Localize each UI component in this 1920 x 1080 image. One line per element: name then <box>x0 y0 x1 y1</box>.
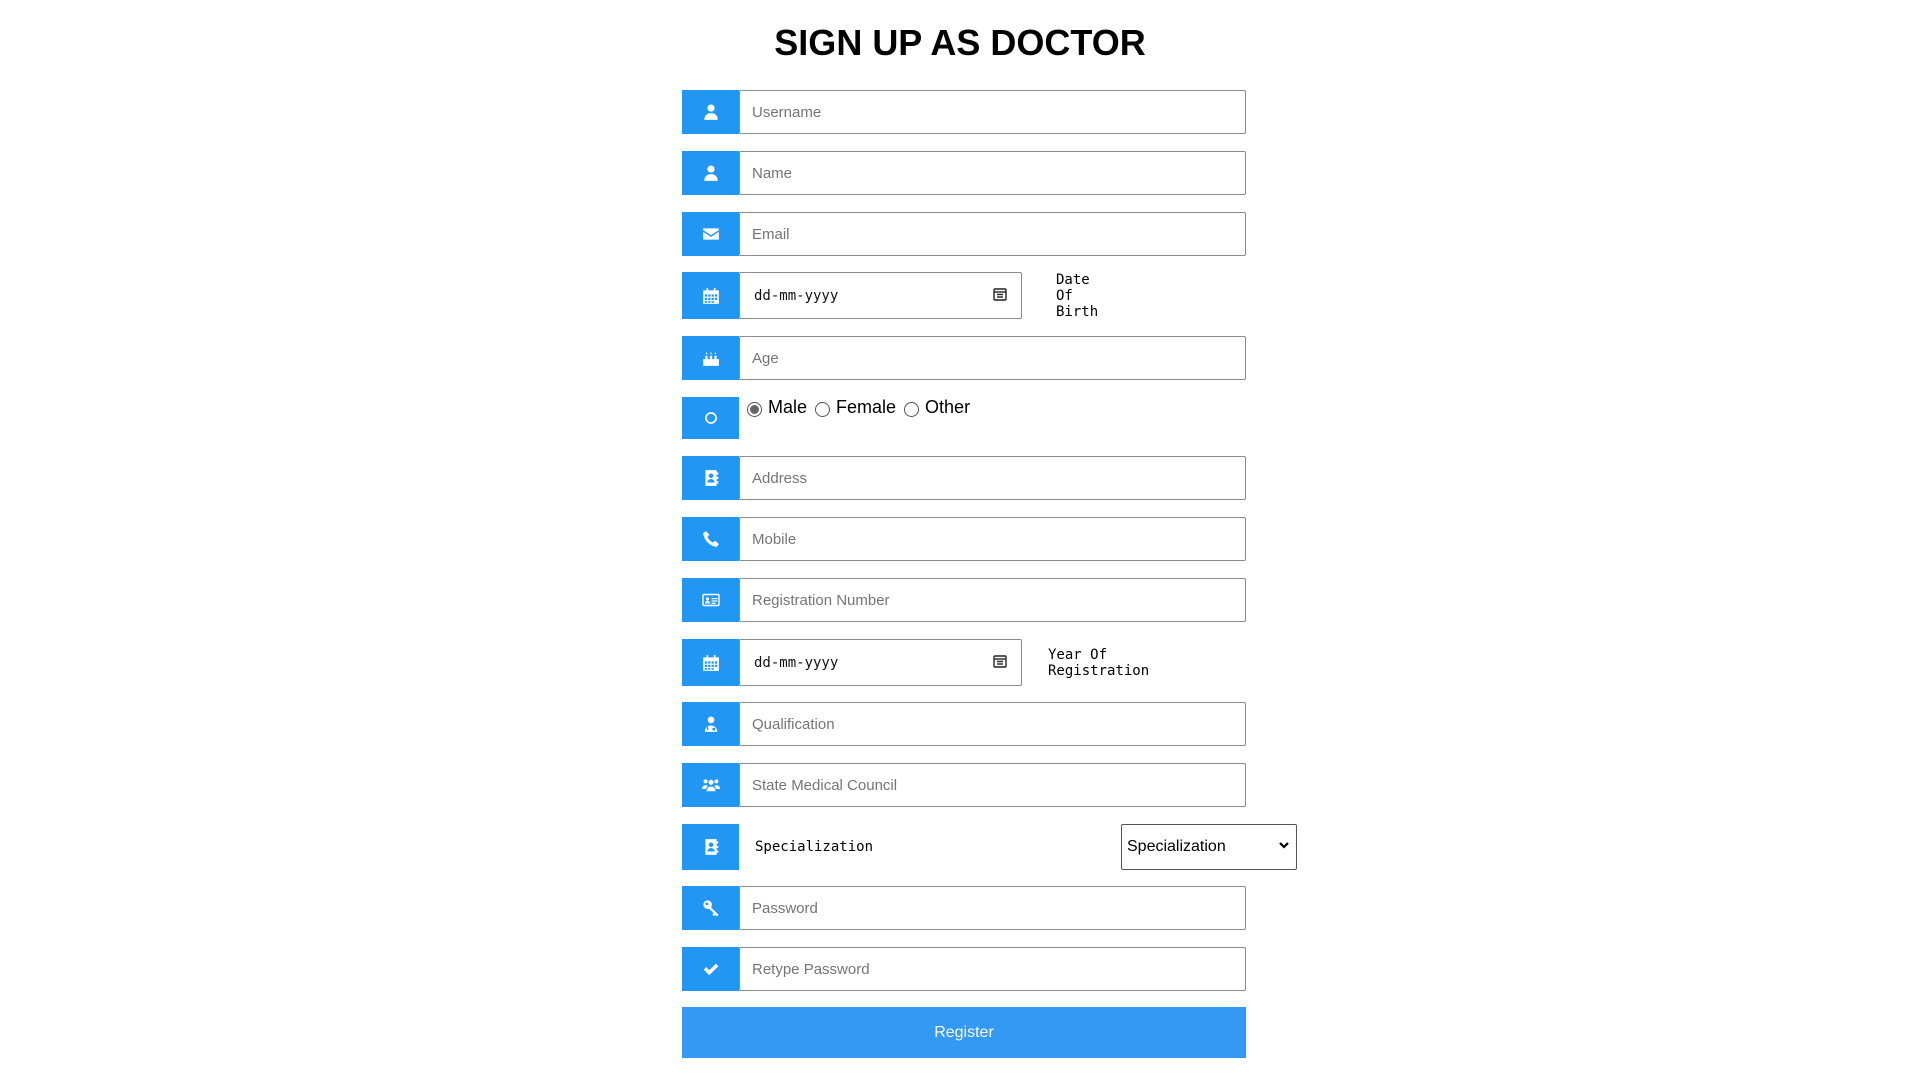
gender-label-female: Female <box>836 397 897 417</box>
state-medical-council-input[interactable] <box>739 763 1246 807</box>
gender-radio-group: Male Female Other <box>747 397 978 418</box>
circle-icon <box>682 397 739 439</box>
user-md-icon <box>682 702 739 746</box>
calendar-picker-icon[interactable] <box>993 287 1007 305</box>
dob-date-input[interactable]: dd-mm-yyyy <box>739 272 1022 319</box>
address-book-icon <box>682 456 739 500</box>
retype-password-input[interactable] <box>739 947 1246 991</box>
chevron-down-icon <box>1278 838 1290 856</box>
registration-number-input[interactable] <box>739 578 1246 622</box>
calendar-icon <box>682 272 739 319</box>
phone-icon <box>682 517 739 561</box>
gender-radio-other[interactable] <box>904 402 920 417</box>
users-icon <box>682 763 739 807</box>
id-card-icon <box>682 578 739 622</box>
calendar-picker-icon[interactable] <box>993 654 1007 672</box>
address-input[interactable] <box>739 456 1246 500</box>
name-input[interactable] <box>739 151 1246 195</box>
email-input[interactable] <box>739 212 1246 256</box>
user-icon <box>682 90 739 134</box>
mobile-input[interactable] <box>739 517 1246 561</box>
password-input[interactable] <box>739 886 1246 930</box>
gender-radio-male[interactable] <box>747 402 762 417</box>
page-title: SIGN UP AS DOCTOR <box>774 22 1146 63</box>
username-input[interactable] <box>739 90 1246 134</box>
register-button[interactable]: Register <box>682 1007 1246 1058</box>
birthday-cake-icon <box>682 336 739 380</box>
dob-label: Date Of Birth <box>1056 271 1099 320</box>
age-input[interactable] <box>739 336 1246 380</box>
calendar-icon <box>682 639 739 686</box>
user-icon <box>682 151 739 195</box>
year-of-registration-label: Year Of Registration <box>1048 646 1150 679</box>
signup-page: SIGN UP AS DOCTOR dd-mm-yyyy Date Of <box>0 0 1920 1080</box>
address-book-icon <box>682 824 739 870</box>
year-of-registration-date-input[interactable]: dd-mm-yyyy <box>739 639 1022 686</box>
qualification-input[interactable] <box>739 702 1246 746</box>
gender-radio-female[interactable] <box>815 402 831 417</box>
gender-label-other: Other <box>925 397 971 417</box>
envelope-icon <box>682 212 739 256</box>
specialization-selected-value: Specialization <box>1127 838 1226 855</box>
check-icon <box>682 947 739 991</box>
key-icon <box>682 886 739 930</box>
specialization-select[interactable]: Specialization <box>1121 824 1297 870</box>
gender-label-male: Male <box>768 397 808 417</box>
dob-date-value: dd-mm-yyyy <box>754 287 839 304</box>
year-of-registration-date-value: dd-mm-yyyy <box>754 654 839 671</box>
specialization-label: Specialization <box>755 839 874 855</box>
